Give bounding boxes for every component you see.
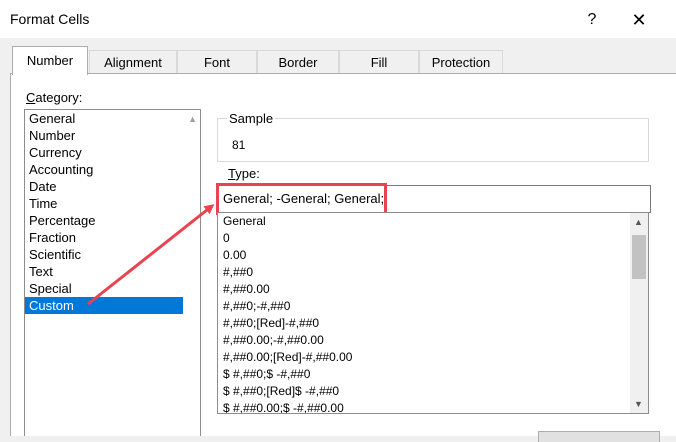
format-item[interactable]: 0.00 — [218, 247, 648, 264]
category-item-accounting[interactable]: Accounting — [25, 161, 200, 178]
format-item[interactable]: $ #,##0;[Red]$ -#,##0 — [218, 383, 648, 400]
close-button[interactable]: ✕ — [626, 8, 652, 32]
scroll-up-icon[interactable]: ▲ — [634, 217, 643, 227]
tab-alignment[interactable]: Alignment — [89, 50, 177, 74]
category-list[interactable]: General Number Currency Accounting Date … — [24, 109, 201, 436]
tab-strip: Number Alignment Font Border Fill Protec… — [0, 46, 676, 75]
type-label: Type: — [228, 166, 260, 181]
format-item[interactable]: #,##0 — [218, 264, 648, 281]
category-item-custom[interactable]: Custom — [25, 297, 200, 314]
category-scrollbar[interactable]: ▲ — [183, 110, 200, 436]
format-list-scrollbar[interactable]: ▲ ▼ — [630, 213, 648, 413]
tab-border[interactable]: Border — [257, 50, 339, 74]
category-item-currency[interactable]: Currency — [25, 144, 200, 161]
format-item[interactable]: #,##0;-#,##0 — [218, 298, 648, 315]
sample-value: 81 — [232, 138, 246, 152]
format-item[interactable]: #,##0.00 — [218, 281, 648, 298]
category-label: Category: — [26, 90, 83, 105]
scroll-thumb[interactable] — [632, 235, 646, 279]
category-item-fraction[interactable]: Fraction — [25, 229, 200, 246]
category-item-percentage[interactable]: Percentage — [25, 212, 200, 229]
category-item-date[interactable]: Date — [25, 178, 200, 195]
ok-button-edge[interactable] — [538, 431, 660, 442]
format-item[interactable]: $ #,##0.00;$ -#,##0.00 — [218, 400, 648, 413]
title-bar: Format Cells ? ✕ — [0, 0, 676, 38]
category-item-special[interactable]: Special — [25, 280, 200, 297]
format-item[interactable]: #,##0;[Red]-#,##0 — [218, 315, 648, 332]
format-item[interactable]: General — [218, 213, 648, 230]
format-item[interactable]: $ #,##0;$ -#,##0 — [218, 366, 648, 383]
format-code-list[interactable]: General 0 0.00 #,##0 #,##0.00 #,##0;-#,#… — [217, 212, 649, 414]
help-button[interactable]: ? — [580, 8, 604, 32]
tab-number[interactable]: Number — [12, 46, 88, 75]
category-item-number[interactable]: Number — [25, 127, 200, 144]
format-item[interactable]: #,##0.00;[Red]-#,##0.00 — [218, 349, 648, 366]
tab-font[interactable]: Font — [177, 50, 257, 74]
sample-group — [217, 118, 649, 162]
tab-fill[interactable]: Fill — [339, 50, 419, 74]
annotation-highlight-box — [216, 183, 387, 215]
category-item-general[interactable]: General — [25, 110, 200, 127]
category-item-time[interactable]: Time — [25, 195, 200, 212]
format-item[interactable]: #,##0.00;-#,##0.00 — [218, 332, 648, 349]
tab-protection[interactable]: Protection — [419, 50, 503, 74]
dialog-title: Format Cells — [10, 11, 90, 27]
category-item-text[interactable]: Text — [25, 263, 200, 280]
scroll-down-icon[interactable]: ▼ — [634, 399, 643, 409]
sample-label: Sample — [227, 111, 276, 126]
scroll-up-icon[interactable]: ▲ — [188, 114, 197, 124]
format-item[interactable]: 0 — [218, 230, 648, 247]
category-item-scientific[interactable]: Scientific — [25, 246, 200, 263]
